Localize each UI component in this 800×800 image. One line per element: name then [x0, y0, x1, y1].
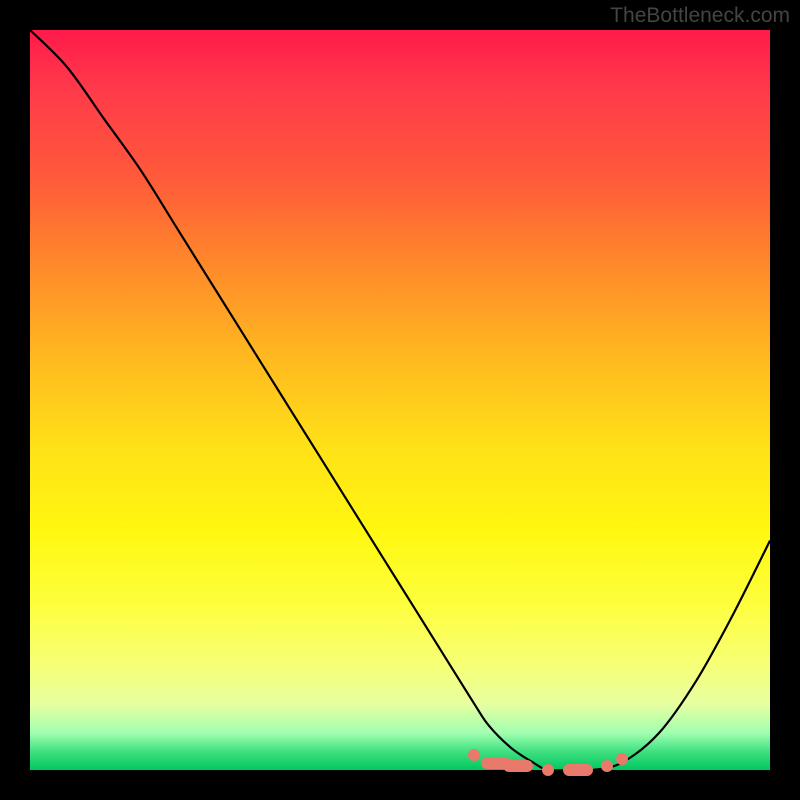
marker-dot	[468, 749, 480, 761]
marker-dot	[542, 764, 554, 776]
marker-dot	[601, 760, 613, 772]
marker-dot	[616, 753, 628, 765]
marker-dots-layer	[30, 30, 770, 770]
marker-dot	[503, 760, 533, 772]
watermark-text: TheBottleneck.com	[610, 4, 790, 28]
chart-plot-area	[30, 30, 770, 770]
marker-dot	[563, 764, 593, 776]
